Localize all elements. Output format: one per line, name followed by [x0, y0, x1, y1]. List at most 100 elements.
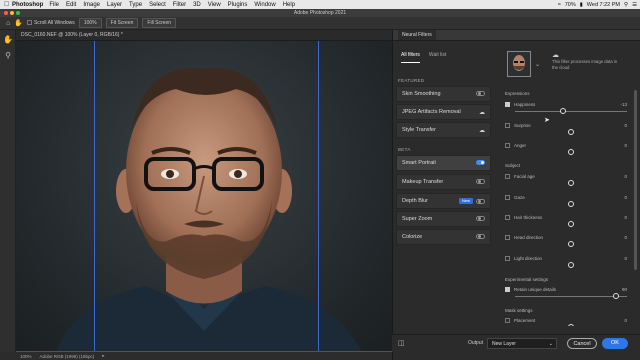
slider-value[interactable]: 0 [624, 256, 627, 261]
menu-select[interactable]: Select [149, 2, 166, 8]
hand-tool-icon[interactable]: ✋ [14, 19, 23, 27]
zoom-readout[interactable]: 100% [20, 354, 32, 359]
slider-thumb[interactable] [568, 241, 574, 247]
settings-scrollbar[interactable] [634, 90, 637, 270]
slider-thumb[interactable] [568, 180, 574, 186]
menu-file[interactable]: File [49, 2, 59, 8]
menu-image[interactable]: Image [83, 2, 100, 8]
slider-value[interactable]: -13 [620, 102, 627, 107]
guide-line-right[interactable] [318, 41, 319, 351]
face-thumbnail[interactable] [507, 51, 531, 77]
menu-3d[interactable]: 3D [193, 2, 201, 8]
guide-line-left[interactable] [94, 41, 95, 351]
slider-value[interactable]: 0 [624, 143, 627, 148]
document-tab[interactable]: DSC_0160.NEF @ 100% (Layer 0, RGB/16) * [16, 30, 392, 41]
app-menu[interactable]: Photoshop [12, 2, 43, 8]
slider-thumb[interactable] [568, 324, 574, 326]
tab-wait-list[interactable]: Wait list [429, 52, 446, 63]
menu-layer[interactable]: Layer [107, 2, 122, 8]
menu-help[interactable]: Help [283, 2, 295, 8]
retain-details-checkbox[interactable] [505, 287, 510, 292]
facial-age-checkbox[interactable] [505, 174, 510, 179]
slider-value[interactable]: 0 [624, 195, 627, 200]
filter-row-jpeg-artifacts[interactable]: JPEG Artifacts Removal ☁ [396, 104, 491, 120]
filter-row-colorize[interactable]: Colorize [396, 229, 491, 245]
zoom-window-button[interactable] [16, 11, 20, 15]
slider-value[interactable]: 0 [624, 235, 627, 240]
close-window-button[interactable] [4, 11, 8, 15]
panel-title-tab[interactable]: Neural Filters [398, 30, 436, 40]
menu-view[interactable]: View [208, 2, 221, 8]
filter-toggle[interactable] [476, 198, 485, 204]
search-icon[interactable]: ⚲ [624, 2, 628, 8]
slider-thumb[interactable] [568, 201, 574, 207]
cloud-download-icon[interactable]: ☁ [479, 127, 485, 134]
slider-value[interactable]: 0 [624, 123, 627, 128]
filter-row-style-transfer[interactable]: Style Transfer ☁ [396, 122, 491, 138]
slider-label: Surprise [514, 123, 531, 128]
document-canvas[interactable] [16, 41, 392, 351]
zoom-tool-icon[interactable]: ⚲ [2, 50, 14, 62]
scroll-all-checkbox[interactable]: Scroll All Windows [26, 20, 75, 26]
slider-value[interactable]: 90 [622, 287, 627, 292]
placement-checkbox[interactable] [505, 318, 510, 323]
filter-toggle[interactable] [476, 160, 485, 165]
surprise-checkbox[interactable] [505, 123, 510, 128]
wifi-icon[interactable]: ≈ [558, 2, 561, 8]
head-direction-checkbox[interactable] [505, 235, 510, 240]
minimize-window-button[interactable] [10, 11, 14, 15]
filter-row-depth-blur[interactable]: Depth Blur New [396, 193, 491, 209]
slider-thumb[interactable] [612, 293, 619, 299]
filter-row-skin-smoothing[interactable]: Skin Smoothing [396, 86, 491, 102]
slider-value[interactable]: 0 [624, 215, 627, 220]
slider-value[interactable]: 0 [624, 174, 627, 179]
cancel-button[interactable]: Cancel [567, 338, 597, 349]
color-profile[interactable]: Adobe RGB (1998) (16bpc) [40, 354, 95, 359]
filter-toggle[interactable] [476, 91, 485, 96]
ok-button[interactable]: OK [602, 338, 628, 349]
output-select[interactable]: New Layer ⌄ [487, 338, 557, 349]
filter-row-makeup-transfer[interactable]: Makeup Transfer [396, 174, 491, 190]
hair-thickness-checkbox[interactable] [505, 215, 510, 220]
fill-screen-button[interactable]: Fill Screen [142, 18, 177, 28]
menu-window[interactable]: Window [254, 2, 275, 8]
filter-toggle[interactable] [476, 216, 485, 221]
menubar-clock[interactable]: Wed 7:22 PM [587, 2, 620, 8]
tools-panel: ✋ ⚲ [0, 30, 16, 353]
slider-thumb[interactable] [568, 149, 574, 155]
chevron-down-icon[interactable]: ⌄ [535, 61, 540, 68]
control-center-icon[interactable]: ☰ [632, 2, 637, 8]
fit-screen-button[interactable]: Fit Screen [105, 18, 139, 28]
filter-toggle[interactable] [476, 234, 485, 239]
gaze-checkbox[interactable] [505, 195, 510, 200]
portrait-illustration [56, 68, 361, 351]
menu-plugins[interactable]: Plugins [228, 2, 248, 8]
filter-toggle[interactable] [476, 179, 485, 184]
battery-percent[interactable]: 70% [565, 2, 576, 8]
slider-thumb[interactable] [568, 262, 574, 268]
preview-toggle-icon[interactable]: ◫ [398, 339, 405, 347]
slider-thumb[interactable] [560, 108, 567, 114]
slider-track[interactable] [515, 111, 627, 112]
menu-filter[interactable]: Filter [173, 2, 186, 8]
battery-icon[interactable]: ▮ [580, 2, 583, 8]
anger-checkbox[interactable] [505, 143, 510, 148]
happiness-checkbox[interactable] [505, 102, 510, 107]
chevron-right-icon[interactable]: ▸ [102, 353, 104, 359]
hand-tool-icon[interactable]: ✋ [2, 34, 14, 46]
cloud-download-icon[interactable]: ☁ [479, 109, 485, 116]
filter-row-smart-portrait[interactable]: Smart Portrait [396, 155, 491, 171]
slider-thumb[interactable] [568, 129, 574, 135]
zoom-100-button[interactable]: 100% [78, 18, 102, 28]
slider-track[interactable] [515, 296, 627, 297]
menu-edit[interactable]: Edit [66, 2, 76, 8]
output-value: New Layer [492, 341, 516, 347]
slider-value[interactable]: 0 [624, 318, 627, 323]
apple-icon[interactable]:  [4, 1, 12, 8]
home-icon[interactable]: ⌂ [6, 20, 10, 27]
filter-row-super-zoom[interactable]: Super Zoom [396, 211, 491, 227]
slider-thumb[interactable] [568, 221, 574, 227]
tab-all-filters[interactable]: All filters [401, 52, 420, 63]
menu-type[interactable]: Type [129, 2, 142, 8]
light-direction-checkbox[interactable] [505, 256, 510, 261]
